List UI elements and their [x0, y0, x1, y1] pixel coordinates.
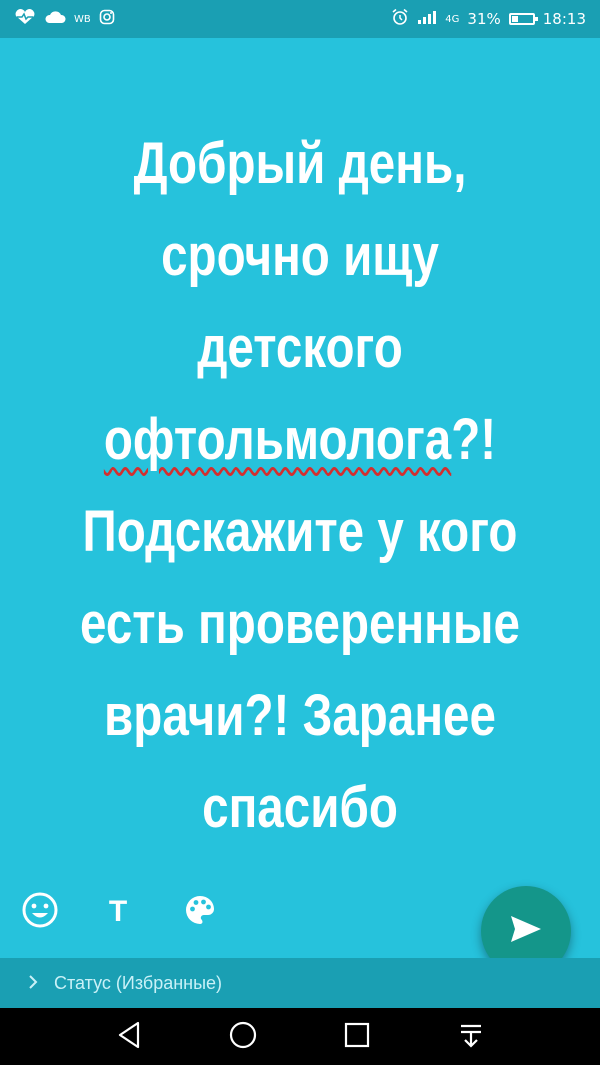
battery-percent: 31%	[467, 10, 501, 28]
battery-icon	[508, 13, 538, 25]
color-palette-button[interactable]	[178, 890, 222, 934]
notifications-icon	[457, 1021, 485, 1054]
message-line-5: Подскажите у кого	[82, 499, 518, 564]
signal-icon	[417, 10, 437, 28]
editor-toolbar: T	[0, 890, 300, 950]
status-bar: WB 4G 31% 18:13	[0, 0, 600, 38]
back-button[interactable]	[108, 1016, 150, 1058]
recents-button[interactable]	[336, 1016, 378, 1058]
clock: 18:13	[542, 10, 586, 28]
text-tool-button[interactable]: T	[96, 890, 140, 934]
misspelled-word[interactable]: офтольмолога	[104, 407, 451, 472]
home-icon	[228, 1020, 258, 1055]
audience-label: Статус (Избранные)	[54, 972, 223, 993]
recents-icon	[343, 1021, 371, 1054]
status-message[interactable]: Добрый день, срочно ищу детского офтольм…	[70, 118, 529, 854]
message-line-4: офтольмолога?!	[70, 394, 529, 486]
message-line-8: спасибо	[202, 775, 398, 840]
message-line-3: детского	[197, 315, 403, 380]
navigation-bar	[0, 1008, 600, 1065]
cloud-icon	[44, 10, 66, 28]
message-line-6: есть проверенные	[80, 591, 520, 656]
send-icon	[509, 914, 543, 949]
audience-selector[interactable]: Статус (Избранные)	[0, 958, 600, 1008]
notifications-button[interactable]	[450, 1016, 492, 1058]
network-label: 4G	[445, 13, 460, 25]
text-icon: T	[108, 895, 128, 928]
emoji-button[interactable]	[18, 890, 62, 934]
message-line-1: Добрый день,	[133, 131, 467, 196]
carrier-label: WB	[74, 13, 91, 25]
alarm-icon	[391, 8, 409, 30]
heart-pulse-icon	[14, 9, 36, 29]
status-bar-left: WB	[14, 9, 115, 29]
message-line-4-suffix: ?!	[451, 407, 497, 472]
emoji-icon	[21, 891, 59, 934]
status-canvas[interactable]: Добрый день, срочно ищу детского офтольм…	[0, 38, 600, 976]
message-line-7: врачи?! Заранее	[104, 683, 496, 748]
status-bar-right: 4G 31% 18:13	[391, 8, 586, 30]
home-button[interactable]	[222, 1016, 264, 1058]
palette-icon	[183, 893, 217, 932]
instagram-icon	[99, 9, 115, 29]
message-line-2: срочно ищу	[161, 223, 439, 288]
chevron-right-icon	[28, 973, 38, 994]
back-icon	[116, 1020, 142, 1055]
